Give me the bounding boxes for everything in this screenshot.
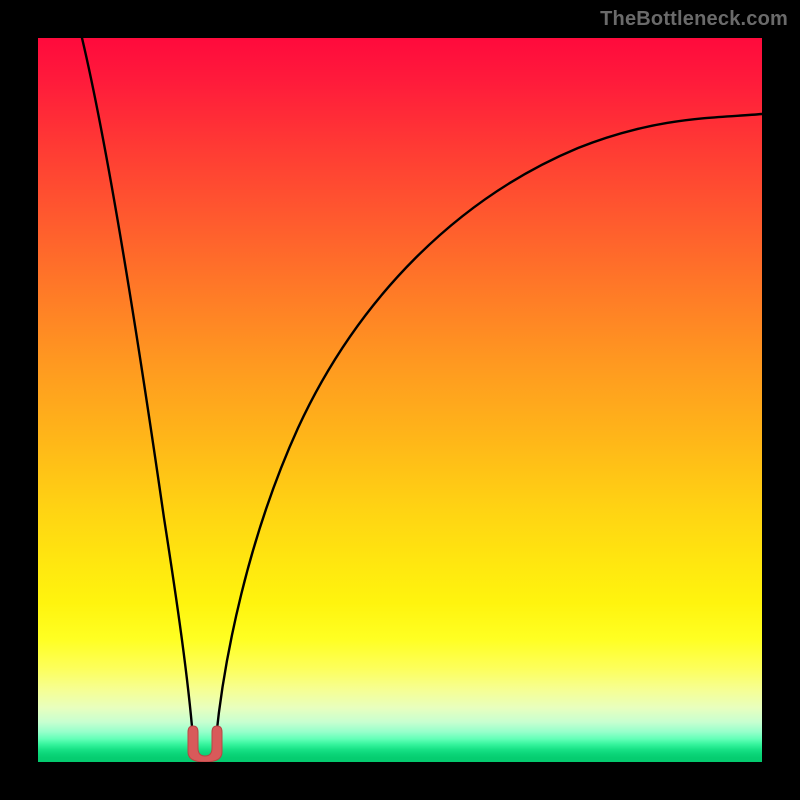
chart-frame: TheBottleneck.com xyxy=(0,0,800,800)
plot-area xyxy=(38,38,762,762)
heat-gradient xyxy=(38,38,762,762)
watermark-text: TheBottleneck.com xyxy=(600,8,788,31)
